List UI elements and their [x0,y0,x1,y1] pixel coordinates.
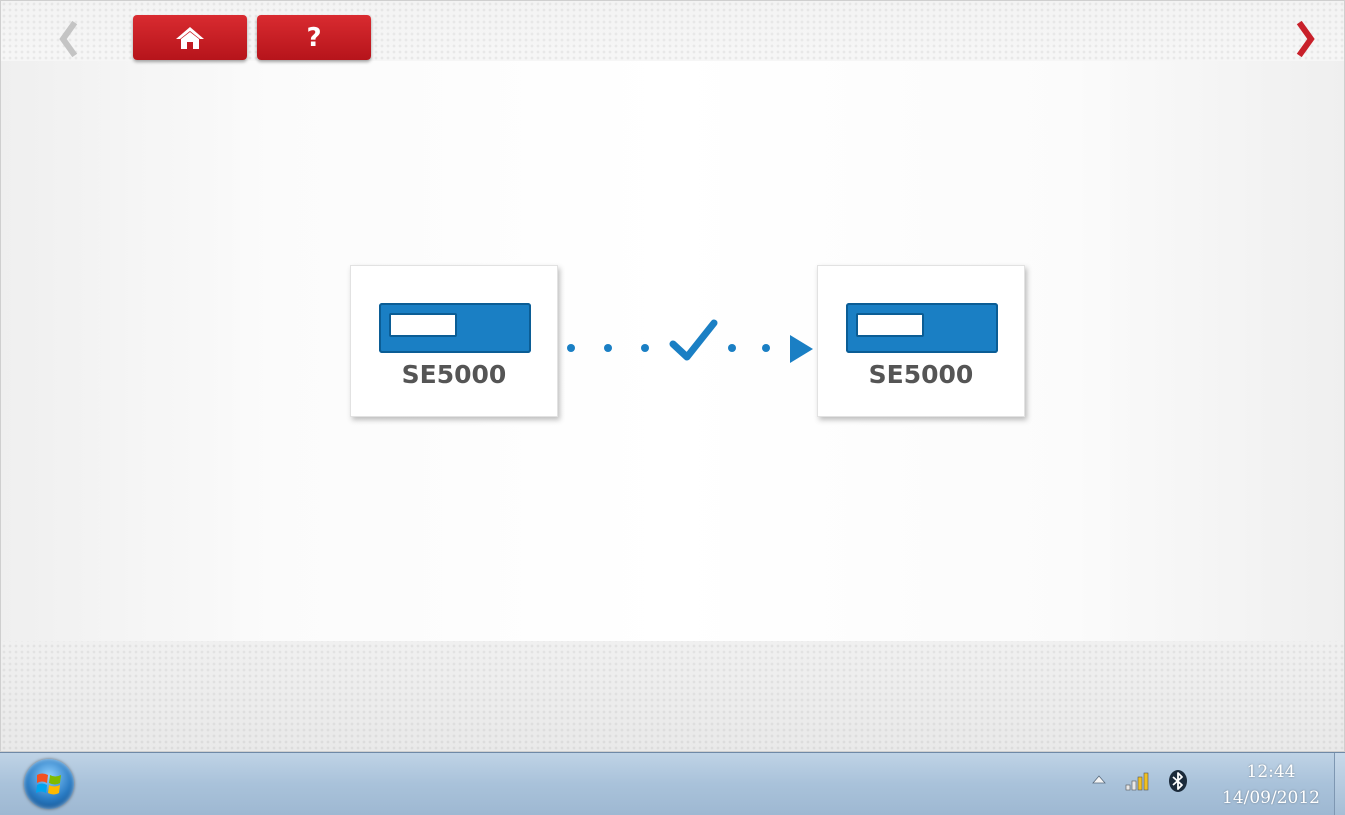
help-button[interactable]: ? [257,15,371,60]
target-device-label: SE5000 [868,360,974,389]
taskbar: 12:44 14/09/2012 [0,752,1345,815]
device-icon [379,303,531,353]
windows-start-icon [36,773,61,795]
home-button[interactable] [133,15,247,60]
source-device-label: SE5000 [401,360,507,389]
show-hidden-icons-icon[interactable] [1092,775,1106,785]
windows-start-button[interactable] [24,759,74,809]
chevron-left-icon [59,20,78,58]
help-button-label: ? [306,22,322,53]
home-icon [176,26,204,49]
chevron-right-icon [1296,20,1315,58]
app-window: ? SE5000 SE5000 [0,0,1345,752]
checkmark-icon [669,319,718,361]
clock-time: 12:44 [1246,762,1296,782]
device-icon [846,303,998,353]
transfer-arrow [567,319,813,363]
clock-date: 14/09/2012 [1222,788,1320,808]
source-device-card: SE5000 [350,265,558,417]
back-button[interactable] [53,15,83,63]
bluetooth-icon[interactable] [1168,769,1188,793]
signal-strength-icon[interactable] [1124,770,1154,792]
target-device-card: SE5000 [817,265,1025,417]
next-button[interactable] [1291,15,1321,63]
show-desktop-button[interactable] [1334,753,1345,815]
system-clock[interactable]: 12:44 14/09/2012 [1212,759,1330,811]
